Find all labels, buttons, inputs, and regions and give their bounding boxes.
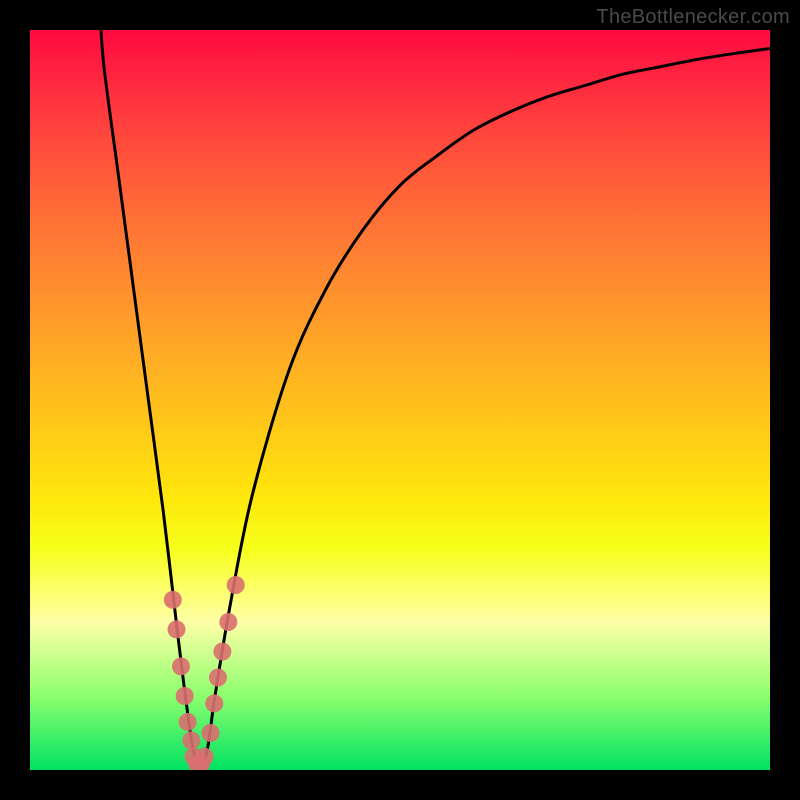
data-dot [164,591,182,609]
data-dot [168,620,186,638]
watermark-text: TheBottlenecker.com [596,6,790,29]
data-dot [202,724,220,742]
data-dot [176,687,194,705]
data-dot [209,669,227,687]
plot-area [30,30,770,770]
data-dot [182,731,200,749]
data-dot [196,748,214,766]
chart-container: TheBottlenecker.com [0,0,800,800]
data-dot [172,657,190,675]
chart-svg [30,30,770,770]
data-dot [205,694,223,712]
data-dot [179,713,197,731]
data-dot [219,613,237,631]
data-dot [227,576,245,594]
bottleneck-curve [100,30,770,770]
data-dot [213,643,231,661]
